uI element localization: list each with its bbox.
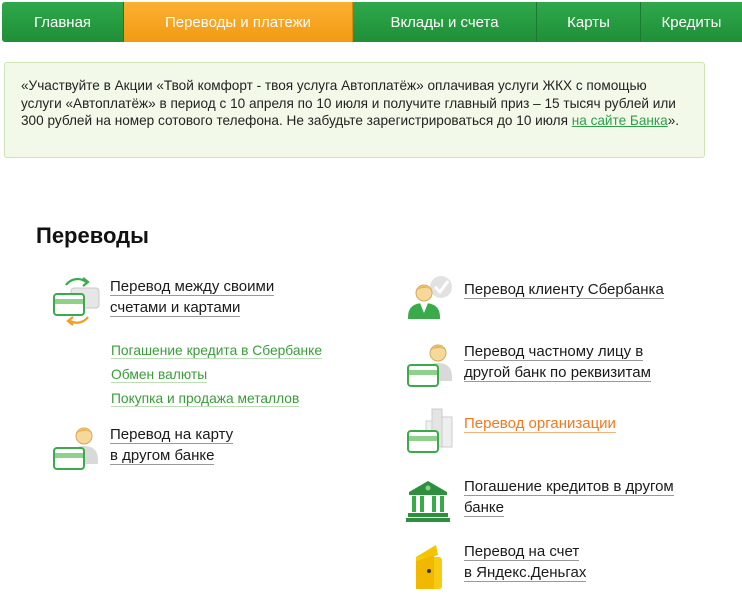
sublink-credit-repayment[interactable]: Погашение кредита в Сбербанке bbox=[111, 339, 323, 363]
transfer-private-person-line1[interactable]: Перевод частному лицу в bbox=[464, 343, 644, 361]
transfer-card-other-bank-line2[interactable]: в другом банке bbox=[110, 447, 215, 465]
promo-site-link[interactable]: на сайте Банка bbox=[572, 113, 668, 128]
sublink-currency-exchange[interactable]: Обмен валюты bbox=[111, 363, 322, 387]
bank-card-icon bbox=[406, 481, 450, 522]
transfer-private-person[interactable]: Перевод частному лицу в другой банк по р… bbox=[406, 341, 651, 391]
transfer-card-other-bank-line1[interactable]: Перевод на карту bbox=[110, 426, 234, 444]
nav-item-transfers[interactable]: Переводы и платежи bbox=[124, 2, 353, 42]
cards-exchange-icon bbox=[53, 277, 100, 326]
nav-item-credits[interactable]: Кредиты bbox=[641, 2, 742, 42]
transfer-own-accounts-line2[interactable]: счетами и картами bbox=[110, 299, 241, 317]
transfer-yandex-money[interactable]: Перевод на счет в Яндекс.Деньгах bbox=[406, 541, 587, 591]
transfer-yandex-money-line2[interactable]: в Яндекс.Деньгах bbox=[464, 564, 587, 582]
transfer-organization-label[interactable]: Перевод организации bbox=[464, 415, 616, 433]
person-card-icon bbox=[53, 427, 98, 470]
transfer-organization[interactable]: Перевод организации bbox=[406, 407, 616, 457]
nav-item-main[interactable]: Главная bbox=[2, 2, 124, 42]
promo-tail: ». bbox=[667, 113, 680, 128]
sublink-metals[interactable]: Покупка и продажа металлов bbox=[111, 387, 322, 411]
transfer-card-other-bank[interactable]: Перевод на карту в другом банке bbox=[52, 424, 234, 474]
main-nav: Главная Переводы и платежи Вклады и счет… bbox=[2, 2, 742, 42]
building-card-icon bbox=[407, 408, 453, 453]
repay-loan-other-bank-line1[interactable]: Погашение кредитов в другом bbox=[464, 478, 674, 496]
transfer-own-accounts-line1[interactable]: Перевод между своими bbox=[110, 278, 275, 296]
repay-loan-other-bank-line2[interactable]: банке bbox=[464, 499, 504, 517]
transfer-sber-client[interactable]: Перевод клиенту Сбербанка bbox=[406, 273, 664, 323]
sublinks-list: Погашение кредита в Сбербанке Обмен валю… bbox=[111, 339, 323, 411]
transfer-private-person-line2[interactable]: другой банк по реквизитам bbox=[464, 364, 651, 382]
person-sber-icon bbox=[408, 276, 452, 319]
nav-item-deposits[interactable]: Вклады и счета bbox=[353, 2, 537, 42]
nav-item-cards[interactable]: Карты bbox=[537, 2, 641, 42]
transfer-yandex-money-line1[interactable]: Перевод на счет bbox=[464, 543, 580, 561]
promo-banner: «Участвуйте в Акции «Твой комфорт - твоя… bbox=[4, 62, 705, 158]
transfer-sber-client-label[interactable]: Перевод клиенту Сбербанка bbox=[464, 281, 664, 299]
repay-loan-other-bank[interactable]: Погашение кредитов в другом банке bbox=[406, 476, 674, 526]
page-title: Переводы bbox=[36, 223, 149, 248]
transfer-own-accounts[interactable]: Перевод между своими счетами и картами bbox=[52, 276, 275, 326]
person-card-icon bbox=[407, 344, 452, 387]
yandex-wallet-icon bbox=[416, 545, 442, 589]
